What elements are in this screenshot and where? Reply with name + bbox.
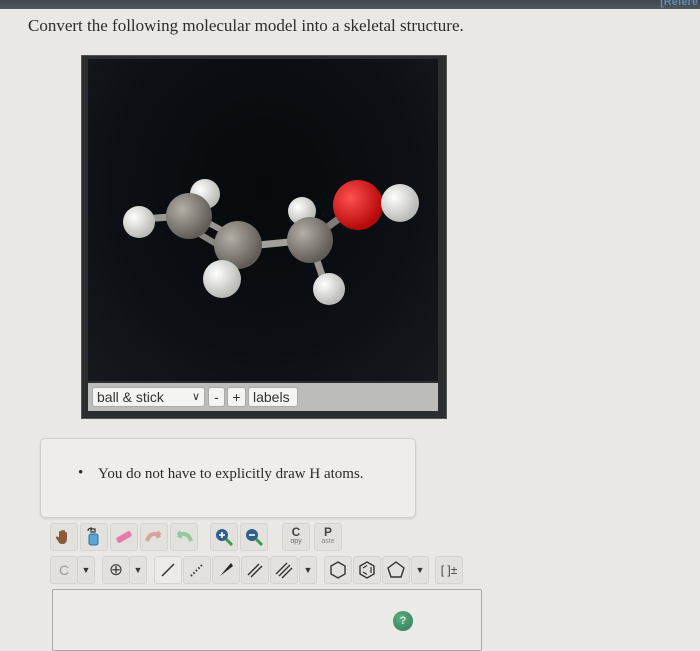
hydrogen-atom <box>313 273 345 305</box>
zoom-in-button[interactable]: + <box>227 387 246 407</box>
redo-icon <box>176 530 193 542</box>
double-bond-icon <box>247 563 263 578</box>
hashed-bond-button[interactable] <box>183 556 211 584</box>
single-bond-button[interactable] <box>154 556 182 584</box>
molecule-3d-canvas[interactable] <box>88 59 438 381</box>
bracket-charge-button[interactable]: [ ]± <box>435 556 463 584</box>
bracket-charge-icon: [ ]± <box>440 563 458 577</box>
double-bond-button[interactable] <box>241 556 269 584</box>
erase-all-icon <box>87 527 99 546</box>
hint-box: • You do not have to explicitly draw H a… <box>40 438 416 518</box>
bullet: • <box>78 465 84 481</box>
hint-text: You do not have to explicitly draw H ato… <box>98 466 364 482</box>
caret-down-icon: ▼ <box>133 565 143 575</box>
viewer-controls: ball & stick ∨ - + labels <box>88 383 438 411</box>
molecule-model <box>123 179 419 305</box>
hand-icon <box>55 530 67 544</box>
caret-down-icon: ▼ <box>81 565 91 575</box>
chevron-down-icon: ∨ <box>191 391 200 403</box>
copy-label-big: C <box>291 525 301 539</box>
pentagon-icon <box>387 561 405 578</box>
atom-select-button[interactable]: C <box>50 556 78 584</box>
copy-button[interactable]: C opy <box>282 523 310 551</box>
display-style-value: ball & stick <box>97 389 164 405</box>
eraser-icon <box>116 531 132 543</box>
atom-label: C <box>58 562 70 578</box>
carbon-atom <box>166 193 212 239</box>
display-style-select[interactable]: ball & stick ∨ <box>92 387 205 407</box>
charge-button[interactable]: ⊕ <box>102 556 130 584</box>
undo-icon <box>145 530 162 542</box>
zoom-out-icon <box>246 529 264 547</box>
atom-dropdown[interactable]: ▼ <box>77 556 95 584</box>
wedge-bond-icon <box>220 563 233 576</box>
zoom-in-icon <box>216 529 234 547</box>
paste-label-small: aste <box>321 538 335 545</box>
caret-down-icon: ▼ <box>303 565 313 575</box>
carbon-atom <box>287 217 333 263</box>
undo-button[interactable] <box>140 523 168 551</box>
triple-bond-icon <box>275 562 293 579</box>
wedge-bond-button[interactable] <box>212 556 240 584</box>
single-bond-icon <box>161 563 175 577</box>
charge-dropdown[interactable]: ▼ <box>129 556 147 584</box>
caret-down-icon: ▼ <box>415 565 425 575</box>
top-bar: [Refere <box>0 0 700 9</box>
redo-button[interactable] <box>170 523 198 551</box>
hexagon-icon <box>330 561 346 579</box>
zoom-out-button[interactable]: - <box>208 387 225 407</box>
charge-plus-icon: ⊕ <box>108 560 124 579</box>
benzene-button[interactable] <box>353 556 381 584</box>
zoom-in-tool-button[interactable] <box>210 523 238 551</box>
hydrogen-atom <box>381 184 419 222</box>
labels-button[interactable]: labels <box>248 387 298 407</box>
copy-label-small: opy <box>290 538 302 545</box>
ring-dropdown[interactable]: ▼ <box>411 556 429 584</box>
hand-tool-button[interactable] <box>50 523 78 551</box>
molecule-viewer: ball & stick ∨ - + labels <box>81 55 447 419</box>
triple-bond-button[interactable] <box>270 556 298 584</box>
structure-editor: C opy P aste C ▼ ⊕ ▼ ▼ ▼ []± <box>40 520 482 651</box>
cyclohexane-button[interactable] <box>324 556 352 584</box>
eraser-button[interactable] <box>110 523 138 551</box>
paste-label-big: P <box>323 525 332 539</box>
paste-button[interactable]: P aste <box>314 523 342 551</box>
zoom-out-tool-button[interactable] <box>240 523 268 551</box>
benzene-icon <box>359 561 375 579</box>
references-link[interactable]: [Refere <box>660 0 698 8</box>
hydrogen-atom <box>203 260 241 298</box>
cyclopentane-button[interactable] <box>382 556 410 584</box>
hydrogen-atom <box>123 206 155 238</box>
hashed-wedge-icon <box>190 563 204 577</box>
question-prompt: Convert the following molecular model in… <box>28 16 464 35</box>
oxygen-atom <box>333 180 383 230</box>
bond-dropdown[interactable]: ▼ <box>299 556 317 584</box>
help-button[interactable]: ? <box>393 611 413 631</box>
clear-all-button[interactable] <box>80 523 108 551</box>
